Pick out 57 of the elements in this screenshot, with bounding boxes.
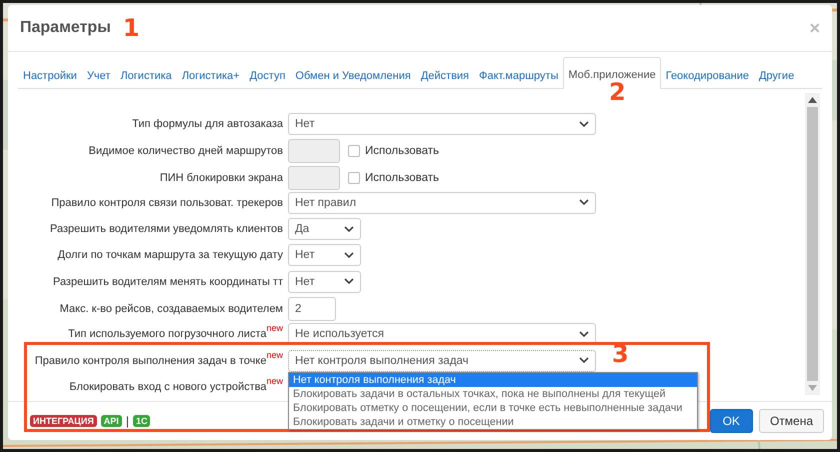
tab[interactable]: Действия bbox=[416, 61, 474, 89]
ok-button[interactable]: OK bbox=[710, 409, 753, 433]
tab[interactable]: Логистика+ bbox=[176, 61, 245, 89]
field-label: Тип используемого погрузочного листа$^{new}$ bbox=[67, 328, 283, 340]
checkbox[interactable] bbox=[348, 145, 360, 158]
scroll-up-icon[interactable] bbox=[808, 97, 817, 103]
dropdown-option[interactable]: Блокировать задачи и отметку о посещении bbox=[289, 414, 697, 429]
annotation-number: 3 bbox=[612, 341, 629, 367]
tab[interactable]: Настройки bbox=[18, 61, 82, 89]
dropdown-option[interactable]: Блокировать отметку о посещении, если в точке есть невыполненные задачи bbox=[289, 400, 697, 415]
field-label: Долги по точкам маршрута за текущую дату bbox=[56, 249, 283, 262]
input-field[interactable]: 2 bbox=[288, 297, 336, 322]
field-label: Правило контроля связи пользоват. трекеров bbox=[50, 196, 283, 209]
separator: | bbox=[126, 414, 129, 428]
disabled-input-field bbox=[288, 166, 340, 190]
tab[interactable]: Доступ bbox=[244, 61, 290, 89]
select-field[interactable]: Да bbox=[288, 218, 361, 240]
tab[interactable]: Факт.маршруты bbox=[474, 61, 564, 89]
select-field[interactable]: Нет bbox=[288, 270, 361, 293]
field-label: Разрешить водителями уведомлять клиентов bbox=[49, 223, 283, 236]
tab[interactable]: Геокодирование bbox=[660, 61, 754, 89]
field-label: Макс. к-во рейсов, создаваемых водителем bbox=[58, 303, 283, 316]
checkbox[interactable] bbox=[348, 172, 360, 184]
tab[interactable]: Обмен и Уведомления bbox=[290, 61, 416, 89]
field-label: Разрешить водителям менять координаты тт bbox=[52, 276, 283, 288]
dialog-title: Параметры bbox=[20, 19, 111, 37]
field-label: Правило контроля выполнения задач в точке$^{new}$ bbox=[34, 354, 283, 367]
chevron-icon bbox=[579, 120, 589, 128]
tab[interactable]: Учет bbox=[82, 61, 116, 89]
tab[interactable]: Другие bbox=[754, 61, 800, 89]
dropdown-option[interactable]: Блокировать задачи в остальных точках, пока не выполнены для текущей bbox=[289, 386, 697, 401]
chevron-icon bbox=[579, 199, 589, 206]
field-label: Блокировать вход с нового устройства$^{new}$ bbox=[68, 380, 283, 393]
chevron-icon bbox=[579, 357, 589, 364]
select-field[interactable]: Нет контроля выполнения задач bbox=[288, 350, 596, 372]
select-field[interactable]: Нет bbox=[288, 113, 596, 135]
field-label: Тип формулы для автозаказа bbox=[131, 118, 283, 130]
chevron-icon bbox=[344, 252, 354, 259]
chevron-icon bbox=[344, 226, 354, 233]
tag: 1C bbox=[132, 415, 150, 427]
select-field[interactable]: Нет bbox=[288, 244, 361, 266]
annotation-number: 1 bbox=[122, 15, 140, 41]
tag: ИНТЕГРАЦИЯ bbox=[30, 415, 97, 427]
select-field[interactable]: Нет правил bbox=[288, 192, 596, 214]
checkbox-label: Использовать bbox=[365, 145, 440, 158]
scroll-down-icon[interactable] bbox=[808, 385, 817, 391]
field-label: Видимое количество дней маршрутов bbox=[88, 145, 283, 158]
chevron-icon bbox=[579, 330, 589, 338]
checkbox-label: Использовать bbox=[365, 172, 440, 184]
field-label: ПИН блокировки экрана bbox=[158, 172, 283, 184]
tag: API bbox=[100, 415, 122, 427]
scrollbar[interactable] bbox=[805, 93, 820, 395]
dropdown-option[interactable]: Нет контроля выполнения задач bbox=[289, 372, 697, 387]
cancel-button[interactable]: Отмена bbox=[758, 409, 824, 433]
tab[interactable]: Логистика bbox=[115, 61, 177, 89]
disabled-input-field bbox=[288, 139, 340, 164]
chevron-icon bbox=[344, 278, 354, 286]
